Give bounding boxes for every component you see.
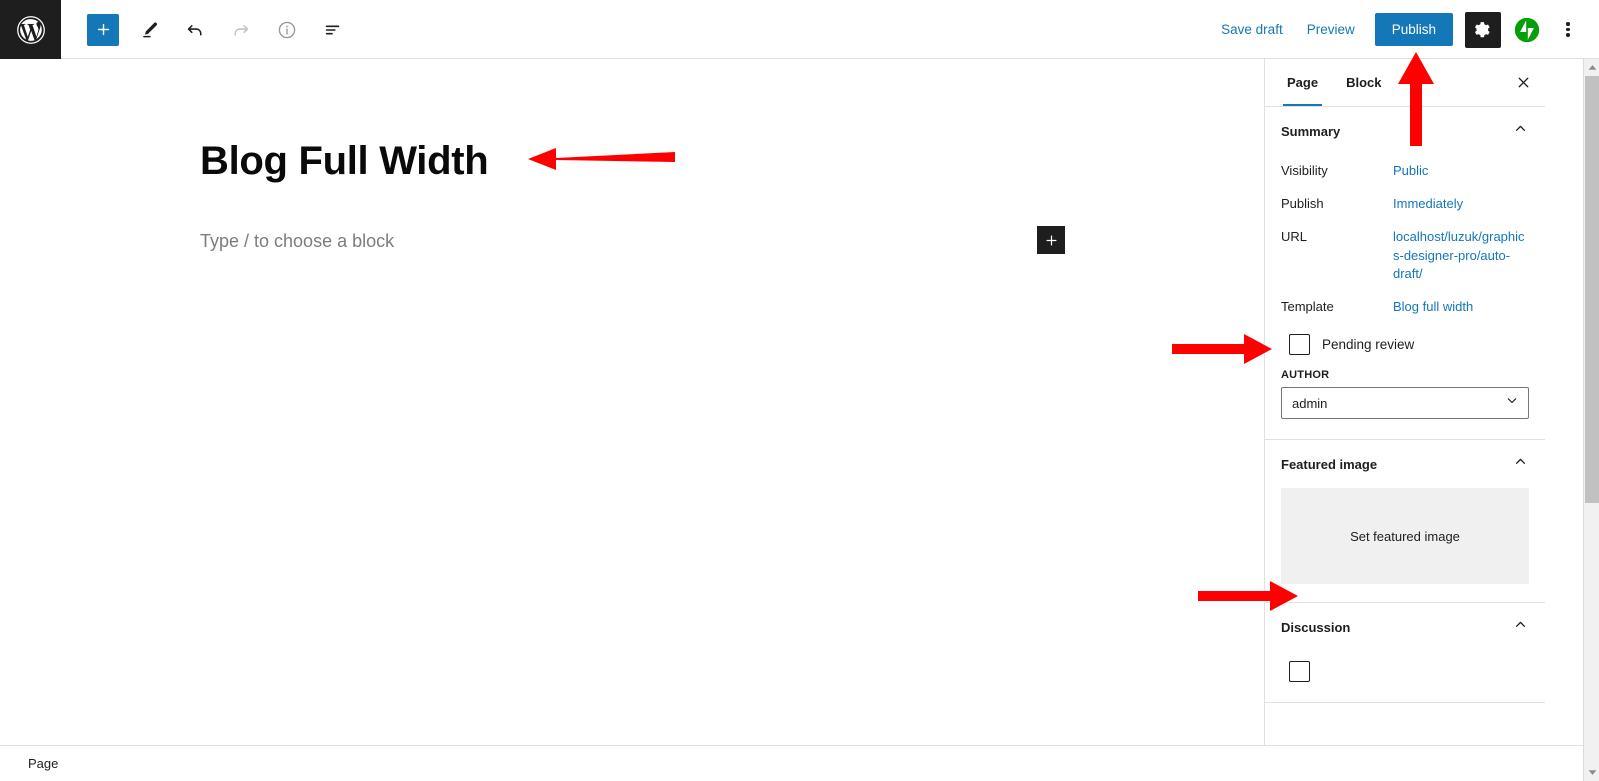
template-row: Template Blog full width [1281, 291, 1529, 324]
empty-block-placeholder[interactable]: Type / to choose a block [200, 231, 394, 252]
kebab-dot [1566, 33, 1570, 37]
inline-block-inserter-button[interactable] [1037, 226, 1065, 254]
visibility-label: Visibility [1281, 163, 1328, 178]
visibility-row: Visibility Public [1281, 155, 1529, 188]
visibility-value-button[interactable]: Public [1393, 162, 1529, 181]
redo-arrow-icon [223, 12, 259, 48]
summary-panel-header[interactable]: Summary [1281, 107, 1529, 155]
pending-review-row: Pending review [1281, 324, 1529, 361]
undo-arrow-icon[interactable] [177, 12, 213, 48]
editor-status-bar: Page [0, 745, 1599, 781]
allow-comments-checkbox[interactable] [1289, 661, 1310, 683]
editor-canvas[interactable]: Blog Full Width Type / to choose a block [0, 59, 1264, 745]
editor-toolbar: Save draft Preview Publish [0, 0, 1599, 59]
pending-review-checkbox[interactable] [1289, 334, 1310, 356]
scroll-down-arrow-icon[interactable] [1584, 764, 1599, 781]
publish-date-value-button[interactable]: Immediately [1393, 195, 1529, 214]
settings-sidebar: Page Block Summary Visibility Public Pub… [1264, 59, 1545, 745]
browser-scrollbar[interactable] [1583, 59, 1599, 781]
publish-button[interactable]: Publish [1374, 13, 1453, 46]
kebab-dot [1566, 22, 1570, 26]
chevron-up-icon[interactable] [1512, 453, 1529, 475]
tab-block[interactable]: Block [1332, 59, 1395, 106]
tab-page[interactable]: Page [1273, 59, 1332, 106]
pending-review-label[interactable]: Pending review [1322, 337, 1414, 352]
url-value-button[interactable]: localhost/luzuk/graphics-designer-pro/au… [1393, 228, 1529, 285]
featured-image-panel-body: Set featured image [1281, 488, 1529, 602]
chevron-up-icon[interactable] [1512, 616, 1529, 638]
template-value-button[interactable]: Blog full width [1393, 298, 1529, 317]
tools-pencil-icon[interactable] [131, 12, 167, 48]
chevron-up-icon[interactable] [1512, 120, 1529, 142]
author-select-wrapper: admin [1281, 387, 1529, 420]
page-title[interactable]: Blog Full Width [200, 137, 489, 185]
save-draft-button[interactable]: Save draft [1209, 14, 1295, 45]
allow-comments-row [1281, 651, 1529, 688]
featured-image-panel-header[interactable]: Featured image [1281, 440, 1529, 488]
wordpress-logo-icon[interactable] [0, 0, 61, 59]
toolbar-left-group [61, 0, 351, 59]
wordpress-block-editor: Save draft Preview Publish Blog Full Wid… [0, 0, 1599, 781]
more-options-kebab-icon[interactable] [1551, 12, 1585, 48]
settings-gear-icon[interactable] [1465, 11, 1501, 48]
url-label: URL [1281, 228, 1308, 244]
close-sidebar-icon[interactable] [1501, 59, 1545, 106]
scroll-up-arrow-icon[interactable] [1584, 59, 1599, 76]
scrollbar-thumb[interactable] [1585, 76, 1599, 503]
kebab-dot [1566, 27, 1570, 32]
discussion-panel: Discussion [1265, 603, 1545, 704]
summary-panel-body: Visibility Public Publish Immediately UR… [1281, 155, 1529, 439]
author-select[interactable]: admin [1281, 387, 1529, 420]
publish-date-row: Publish Immediately [1281, 188, 1529, 221]
set-featured-image-button[interactable]: Set featured image [1281, 488, 1529, 585]
featured-image-panel-title: Featured image [1281, 456, 1378, 472]
author-field-label: AUTHOR [1281, 369, 1330, 382]
publish-date-label: Publish [1281, 195, 1324, 211]
summary-panel-title: Summary [1281, 123, 1341, 139]
template-label: Template [1281, 299, 1334, 315]
featured-image-panel: Featured image Set featured image [1265, 440, 1545, 604]
jetpack-icon[interactable] [1509, 12, 1545, 48]
sidebar-tab-list: Page Block [1265, 59, 1545, 107]
preview-button[interactable]: Preview [1295, 14, 1367, 45]
discussion-panel-header[interactable]: Discussion [1281, 603, 1529, 651]
block-inserter-button[interactable] [87, 13, 119, 46]
discussion-panel-body [1281, 651, 1529, 702]
list-view-icon[interactable] [315, 12, 351, 48]
url-row: URL localhost/luzuk/graphics-designer-pr… [1281, 221, 1529, 292]
info-circle-icon[interactable] [269, 12, 305, 48]
document-type-label: Page [28, 756, 59, 771]
toolbar-right-group: Save draft Preview Publish [1209, 0, 1599, 59]
discussion-panel-title: Discussion [1281, 619, 1351, 635]
summary-panel: Summary Visibility Public Publish Immedi… [1265, 107, 1545, 441]
